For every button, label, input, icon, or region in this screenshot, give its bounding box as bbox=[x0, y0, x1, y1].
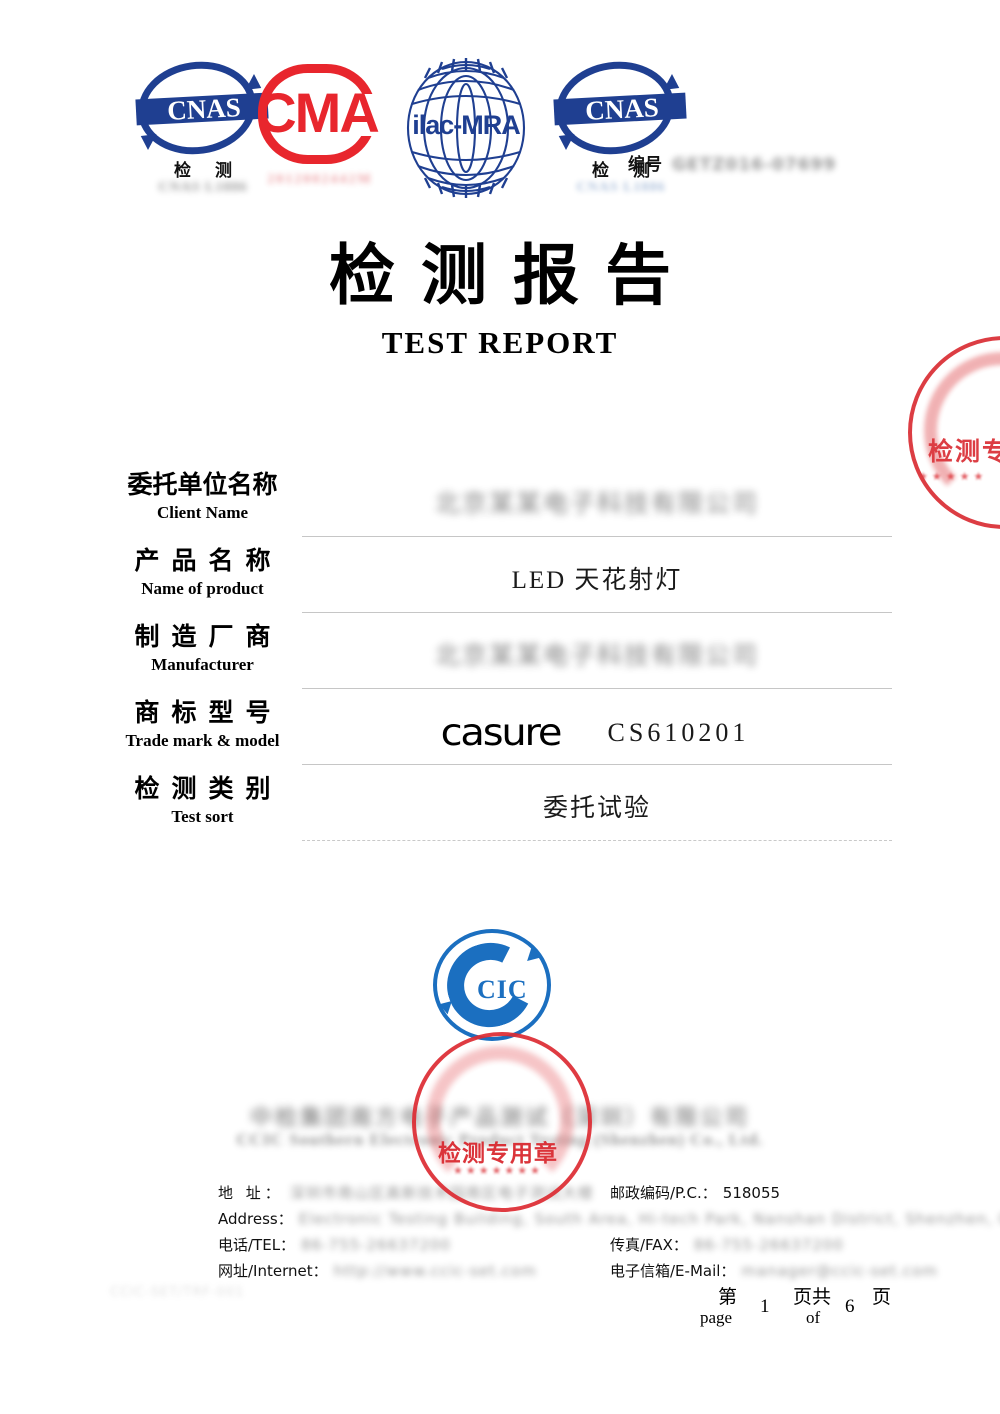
contact-tel: 电话/TEL： 86-755-26637200 bbox=[218, 1234, 451, 1255]
accreditation-logo-strip: CNAS 检 测 CNAS L1886 CMA 2012002442M ilac… bbox=[0, 52, 1000, 202]
company-name-cn: 中检集团南方电子产品测试（深圳）有限公司 bbox=[249, 1106, 750, 1131]
contact-row-tel: 电话/TEL： 86-755-26637200 传真/FAX： 86-755-266… bbox=[218, 1234, 898, 1260]
company-name-en: CCIC Southern Electronic Product Testing… bbox=[236, 1130, 764, 1149]
contact-tel-label: 电话/TEL： bbox=[218, 1236, 296, 1254]
label-product-name-en: Name of product bbox=[141, 579, 264, 598]
value-manufacturer: 北京某某电子科技有限公司 bbox=[302, 630, 892, 689]
brand-logo-casure: casure bbox=[440, 711, 562, 755]
stamp-top-right: 检测专 ★★★★★ bbox=[908, 336, 1000, 529]
report-number-label: 编号 bbox=[628, 155, 662, 175]
form-row-test-sort: 检测类别 Test sort 委托试验 bbox=[110, 774, 900, 850]
cic-logo: CIC bbox=[425, 925, 575, 1045]
contact-address-label-cn: 地 址： bbox=[218, 1184, 284, 1202]
value-client-name: 北京某某电子科技有限公司 bbox=[302, 478, 892, 537]
label-product-name: 产品名称 Name of product bbox=[110, 546, 295, 600]
contact-fax-label: 传真/FAX： bbox=[610, 1236, 688, 1254]
page-total-number: 6 bbox=[845, 1296, 855, 1317]
contact-fax: 传真/FAX： 86-755-26637200 bbox=[610, 1234, 844, 1255]
label-trademark-model-cn: 商标型号 bbox=[134, 698, 283, 727]
contact-email-value: manager@ccic-set.com bbox=[741, 1262, 938, 1280]
contact-address-cn: 地 址： 深圳市南山区高新技术园南区电子测试大楼 bbox=[218, 1182, 594, 1203]
label-test-sort-cn: 检测类别 bbox=[134, 774, 283, 803]
value-model-number: CS610201 bbox=[607, 718, 750, 748]
value-test-sort: 委托试验 bbox=[302, 782, 892, 841]
contact-postcode: 邮政编码/P.C.： 518055 bbox=[610, 1182, 780, 1203]
contact-address-value-cn: 深圳市南山区高新技术园南区电子测试大楼 bbox=[289, 1184, 594, 1202]
page-current-number: 1 bbox=[760, 1296, 770, 1317]
contact-website: 网址/Internet： http://www.ccic-set.com bbox=[218, 1260, 537, 1281]
page-indicator: 第 page 1 页共 of 6 页 bbox=[700, 1282, 900, 1336]
contact-tel-value: 86-755-26637200 bbox=[301, 1236, 451, 1254]
form-row-client-name: 委托单位名称 Client Name 北京某某电子科技有限公司 bbox=[110, 470, 900, 546]
page-label-cn-suffix: 页 bbox=[872, 1286, 892, 1308]
contact-email: 电子信箱/E-Mail： manager@ccic-set.com bbox=[610, 1260, 938, 1281]
value-product-name: LED 天花射灯 bbox=[302, 554, 892, 613]
contact-website-label: 网址/Internet： bbox=[218, 1262, 328, 1280]
label-trademark-model: 商标型号 Trade mark & model bbox=[110, 698, 295, 752]
cnas-wordmark: CNAS bbox=[166, 92, 242, 126]
label-manufacturer-en: Manufacturer bbox=[151, 655, 254, 674]
page-label-cn-prefix: 第 bbox=[718, 1286, 738, 1308]
contact-postcode-label: 邮政编码/P.C.： bbox=[610, 1184, 717, 1202]
cnas-wordmark-2: CNAS bbox=[584, 92, 660, 126]
ilac-mra-logo: ilac-MRA bbox=[392, 58, 540, 198]
cma-wordmark: CMA bbox=[256, 81, 380, 144]
page-label-cn-mid: 页共 bbox=[793, 1286, 832, 1308]
page-label-en-prefix: page bbox=[700, 1308, 733, 1327]
report-number: 编号 GETZ016-07699 bbox=[628, 150, 836, 175]
label-client-name-cn: 委托单位名称 bbox=[127, 470, 278, 499]
value-manufacturer-text: 北京某某电子科技有限公司 bbox=[434, 643, 759, 670]
contact-address-en: Address： Electronic Testing Building, Sou… bbox=[218, 1208, 1000, 1229]
page-title-cn: 检测报告 bbox=[329, 237, 697, 314]
cnas-accreditation-number-2: CNAS L1886 bbox=[576, 180, 666, 195]
label-manufacturer-cn: 制造厂商 bbox=[134, 622, 283, 651]
label-client-name: 委托单位名称 Client Name bbox=[110, 470, 295, 524]
label-test-sort: 检测类别 Test sort bbox=[110, 774, 295, 828]
form-row-product-name: 产品名称 Name of product LED 天花射灯 bbox=[110, 546, 900, 622]
cnas-logo-2: CNAS 检 测 CNAS L1886 bbox=[548, 54, 698, 195]
test-report-page: CNAS 检 测 CNAS L1886 CMA 2012002442M ilac… bbox=[0, 0, 1000, 1414]
contact-postcode-value: 518055 bbox=[722, 1184, 781, 1202]
form-row-manufacturer: 制造厂商 Manufacturer 北京某某电子科技有限公司 bbox=[110, 622, 900, 698]
contact-address-value-en: Electronic Testing Building, South Area,… bbox=[298, 1210, 1000, 1228]
document-form-code: CCIC-SET/TRF-001 bbox=[110, 1285, 245, 1300]
cma-logo: CMA 2012002442M bbox=[256, 64, 386, 187]
contact-email-label: 电子信箱/E-Mail： bbox=[610, 1262, 736, 1280]
value-trademark-model: casure CS610201 bbox=[302, 706, 892, 765]
report-info-form: 委托单位名称 Client Name 北京某某电子科技有限公司 产品名称 Nam… bbox=[110, 470, 900, 850]
report-number-value: GETZ016-07699 bbox=[672, 155, 837, 175]
stamp-top-right-text: 检测专 bbox=[928, 437, 1000, 466]
contact-row-address-en: Address： Electronic Testing Building, Sou… bbox=[218, 1208, 1000, 1234]
cic-wordmark: CIC bbox=[477, 975, 528, 1004]
contact-address-label-en: Address： bbox=[218, 1210, 293, 1228]
cma-certificate-number: 2012002442M bbox=[267, 172, 373, 187]
contact-block: 地 址： 深圳市南山区高新技术园南区电子测试大楼 邮政编码/P.C.： 518055… bbox=[218, 1182, 1000, 1286]
ilac-mra-wordmark: ilac-MRA bbox=[412, 110, 521, 140]
contact-row-address-cn: 地 址： 深圳市南山区高新技术园南区电子测试大楼 邮政编码/P.C.： 518055 bbox=[218, 1182, 898, 1208]
stamp-top-right-arc bbox=[924, 352, 1000, 509]
stamp-center-stars: ★★★★★★★ bbox=[452, 1165, 544, 1177]
label-test-sort-en: Test sort bbox=[171, 807, 234, 826]
value-test-sort-text: 委托试验 bbox=[542, 795, 651, 822]
page-label-en-mid: of bbox=[806, 1308, 821, 1327]
form-row-trademark-model: 商标型号 Trade mark & model casure CS610201 bbox=[110, 698, 900, 774]
label-client-name-en: Client Name bbox=[156, 503, 249, 522]
value-client-name-text: 北京某某电子科技有限公司 bbox=[434, 491, 759, 518]
label-manufacturer: 制造厂商 Manufacturer bbox=[110, 622, 295, 676]
contact-fax-value: 86-755-26637200 bbox=[693, 1236, 844, 1254]
label-product-name-cn: 产品名称 bbox=[134, 546, 283, 575]
label-trademark-model-en: Trade mark & model bbox=[125, 731, 280, 750]
stamp-top-right-stars: ★★★★★ bbox=[918, 471, 988, 483]
contact-website-value: http://www.ccic-set.com bbox=[333, 1262, 537, 1280]
page-title-en: TEST REPORT bbox=[381, 325, 619, 360]
value-product-name-text: LED 天花射灯 bbox=[511, 567, 683, 594]
